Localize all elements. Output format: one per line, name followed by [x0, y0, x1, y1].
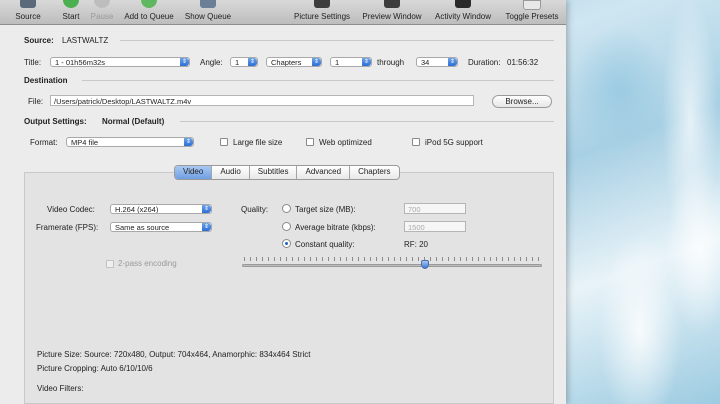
web-optimized-checkbox[interactable] [306, 138, 314, 146]
target-size-input[interactable]: 700 [404, 203, 466, 214]
toggle-presets-button[interactable]: Toggle Presets [500, 0, 564, 24]
ipod-support-checkbox[interactable] [412, 138, 420, 146]
tab-advanced[interactable]: Advanced [297, 166, 351, 179]
tab-audio[interactable]: Audio [212, 166, 250, 179]
range-type-select[interactable]: Chapters ⇕ [266, 57, 322, 67]
target-size-label: Target size (MB): [295, 205, 356, 214]
ipod-support-label: iPod 5G support [425, 138, 483, 147]
web-optimized-label: Web optimized [319, 138, 372, 147]
tab-subtitles[interactable]: Subtitles [250, 166, 298, 179]
format-label: Format: [30, 138, 58, 147]
quality-slider-ticks [244, 257, 540, 261]
pause-icon [94, 0, 110, 8]
picture-cropping-info: Picture Cropping: Auto 6/10/10/6 [37, 364, 153, 373]
avg-bitrate-radio[interactable] [282, 222, 291, 231]
presets-drawer-icon [523, 0, 541, 10]
activity-icon [455, 0, 471, 8]
chevron-updown-icon: ⇕ [202, 223, 211, 231]
pause-button[interactable]: Pause [88, 0, 116, 24]
two-pass-label: 2-pass encoding [118, 259, 177, 268]
source-label: Source: [24, 36, 54, 45]
picture-settings-icon [314, 0, 330, 8]
title-select[interactable]: 1 - 01h56m32s ⇕ [50, 57, 190, 67]
target-size-radio[interactable] [282, 204, 291, 213]
chevron-updown-icon: ⇕ [362, 58, 371, 66]
chevron-updown-icon: ⇕ [312, 58, 321, 66]
source-icon [20, 0, 36, 8]
two-pass-checkbox[interactable] [106, 260, 114, 268]
angle-label: Angle: [200, 58, 223, 67]
chevron-updown-icon: ⇕ [184, 138, 193, 146]
browse-button[interactable]: Browse... [492, 95, 552, 108]
duration-value: 01:56:32 [507, 58, 539, 67]
duration-label: Duration: [468, 58, 501, 67]
title-label: Title: [24, 58, 42, 67]
settings-tabs: Video Audio Subtitles Advanced Chapters [174, 165, 400, 180]
preview-icon [384, 0, 400, 8]
video-filters-info: Video Filters: [37, 384, 84, 393]
large-file-checkbox[interactable] [220, 138, 228, 146]
divider [120, 40, 554, 41]
chevron-updown-icon: ⇕ [180, 58, 189, 66]
show-queue-button[interactable]: Show Queue [182, 0, 234, 24]
activity-window-button[interactable]: Activity Window [428, 0, 498, 24]
video-codec-select[interactable]: H.264 (x264) ⇕ [110, 204, 212, 214]
large-file-label: Large file size [233, 138, 283, 147]
divider [82, 80, 554, 81]
avg-bitrate-label: Average bitrate (kbps): [295, 223, 376, 232]
preview-window-button[interactable]: Preview Window [358, 0, 426, 24]
tab-chapters[interactable]: Chapters [350, 166, 398, 179]
divider [180, 121, 554, 122]
avg-bitrate-input[interactable]: 1500 [404, 221, 466, 232]
destination-header: Destination [24, 76, 68, 85]
toolbar: Source Start Pause Add to Queue Show Que… [0, 0, 566, 25]
quality-label: Quality: [241, 205, 269, 214]
chevron-updown-icon: ⇕ [202, 205, 211, 213]
framerate-select[interactable]: Same as source ⇕ [110, 222, 212, 232]
picture-settings-button[interactable]: Picture Settings [288, 0, 356, 24]
output-settings-label: Output Settings: [24, 117, 87, 126]
file-label: File: [28, 97, 44, 106]
picture-size-info: Picture Size: Source: 720x480, Output: 7… [37, 350, 311, 359]
add-queue-icon [141, 0, 157, 8]
quality-slider[interactable] [242, 264, 542, 267]
framerate-label: Framerate (FPS): [36, 223, 99, 232]
video-codec-label: Video Codec: [47, 205, 95, 214]
quality-slider-knob[interactable] [421, 260, 429, 269]
chevron-updown-icon: ⇕ [248, 58, 257, 66]
chevron-updown-icon: ⇕ [448, 58, 457, 66]
file-path-input[interactable]: /Users/patrick/Desktop/LASTWALTZ.m4v [50, 95, 474, 106]
source-button[interactable]: Source [8, 0, 48, 24]
output-preset-name: Normal (Default) [102, 117, 165, 126]
range-end-select[interactable]: 34 ⇕ [416, 57, 458, 67]
handbrake-window: Source Start Pause Add to Queue Show Que… [0, 0, 566, 404]
tab-video[interactable]: Video [175, 166, 213, 179]
constant-quality-label: Constant quality: [295, 240, 355, 249]
queue-icon [200, 0, 216, 8]
range-start-select[interactable]: 1 ⇕ [330, 57, 372, 67]
constant-quality-radio[interactable] [282, 239, 291, 248]
source-name: LASTWALTZ [62, 36, 109, 45]
format-select[interactable]: MP4 file ⇕ [66, 137, 194, 147]
start-button[interactable]: Start [56, 0, 86, 24]
rf-value: RF: 20 [404, 240, 429, 249]
add-to-queue-button[interactable]: Add to Queue [118, 0, 180, 24]
angle-select[interactable]: 1 ⇕ [230, 57, 258, 67]
start-icon [63, 0, 79, 8]
through-label: through [377, 58, 405, 67]
